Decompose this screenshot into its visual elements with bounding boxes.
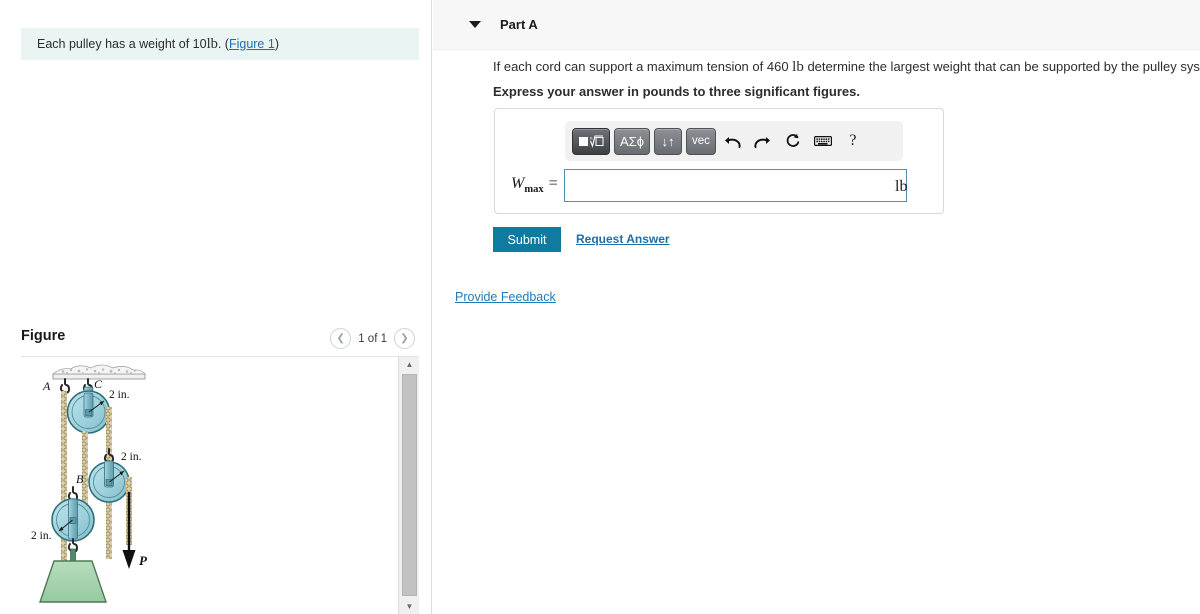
figure-pager: ❮ 1 of 1 ❯ [330, 328, 415, 349]
vector-icon: vec [692, 135, 710, 147]
answer-unit-label: lb [895, 178, 908, 195]
redo-button[interactable] [750, 128, 776, 154]
part-title: Part A [500, 17, 538, 32]
refresh-circle-icon [786, 133, 800, 147]
figure-panel-title: Figure [21, 328, 66, 344]
label-radius-mid: 2 in. [121, 451, 142, 463]
undo-arrow-icon [725, 136, 742, 148]
mastering-physics-problem-page: Each pulley has a weight of 10 lb. (Figu… [0, 0, 1200, 614]
scrollbar-thumb[interactable] [402, 374, 417, 596]
keyboard-icon [813, 136, 832, 147]
help-button[interactable]: ? [840, 128, 866, 154]
answer-instruction: Express your answer in pounds to three s… [493, 84, 860, 99]
svg-text:n: n [590, 136, 593, 141]
right-panel: Part A If each cord can support a maximu… [433, 0, 1200, 614]
greek-letters-icon: ΑΣϕ [620, 133, 644, 149]
reset-button[interactable] [780, 128, 806, 154]
variable-letter: W [511, 175, 525, 193]
block-hanger [70, 548, 76, 562]
pulley-system-diagram: A C 2 in. 2 in. B 2 in. P [31, 364, 148, 603]
label-force-p: P [139, 553, 148, 568]
label-radius-top: 2 in. [109, 389, 130, 401]
hint-text-before: Each pulley has a weight of 10 [37, 37, 207, 51]
label-point-c: C [94, 377, 103, 391]
request-answer-link[interactable]: Request Answer [576, 232, 670, 246]
figure-viewport: A C 2 in. 2 in. B 2 in. P [21, 357, 419, 614]
part-a-header[interactable]: Part A [433, 0, 1200, 50]
question-text-post: determine the largest weight that can be… [803, 59, 1200, 74]
answer-entry-box: n ΑΣϕ ↓↑ vec ? Wmax = [494, 108, 944, 214]
answer-variable-label: Wmax = [511, 175, 558, 195]
keyboard-button[interactable] [810, 128, 836, 154]
question-statement: If each cord can support a maximum tensi… [493, 59, 1200, 76]
vector-button[interactable]: vec [686, 127, 716, 155]
hook-a [59, 378, 71, 394]
chevron-down-icon[interactable] [469, 21, 481, 28]
left-panel: Each pulley has a weight of 10 lb. (Figu… [0, 0, 432, 614]
hint-unit: lb [206, 35, 218, 52]
figure-1-link[interactable]: Figure 1 [229, 37, 275, 51]
redo-arrow-icon [754, 136, 771, 148]
force-arrow-p [122, 492, 136, 569]
answer-input[interactable] [564, 169, 908, 202]
figure-scrollbar[interactable]: ▲ ▼ [398, 357, 419, 614]
label-radius-bottom: 2 in. [31, 530, 52, 542]
template-sqrt-button[interactable]: n [572, 127, 610, 155]
scroll-down-button[interactable]: ▼ [399, 599, 420, 614]
chevron-right-icon: ❯ [400, 332, 409, 344]
label-point-b: B [76, 472, 84, 486]
figure-prev-button[interactable]: ❮ [330, 328, 352, 349]
hint-text-after: . ( [217, 37, 229, 51]
scroll-up-button[interactable]: ▲ [399, 357, 420, 372]
arrows-updown-icon: ↓↑ [661, 133, 675, 149]
problem-hint-box: Each pulley has a weight of 10 lb. (Figu… [21, 28, 419, 60]
question-mark-icon: ? [849, 132, 857, 149]
figure-page-label: 1 of 1 [358, 332, 387, 345]
equals-sign: = [547, 175, 559, 193]
question-text-pre: If each cord can support a maximum tensi… [493, 59, 793, 74]
greek-symbols-button[interactable]: ΑΣϕ [614, 127, 650, 155]
submit-button[interactable]: Submit [493, 227, 561, 252]
answer-row: Wmax = [495, 169, 945, 202]
figure-next-button[interactable]: ❯ [394, 328, 415, 349]
chevron-left-icon: ❮ [336, 332, 345, 344]
suspended-block [39, 560, 107, 603]
hint-text-end: ) [274, 37, 279, 51]
sort-updown-button[interactable]: ↓↑ [654, 127, 682, 155]
pulley-top [66, 386, 111, 434]
variable-subscript: max [524, 184, 544, 196]
provide-feedback-link[interactable]: Provide Feedback [455, 290, 556, 304]
question-unit: lb [792, 59, 804, 75]
math-input-toolbar: n ΑΣϕ ↓↑ vec ? [565, 121, 903, 161]
undo-button[interactable] [720, 128, 746, 154]
label-point-a: A [42, 379, 51, 393]
